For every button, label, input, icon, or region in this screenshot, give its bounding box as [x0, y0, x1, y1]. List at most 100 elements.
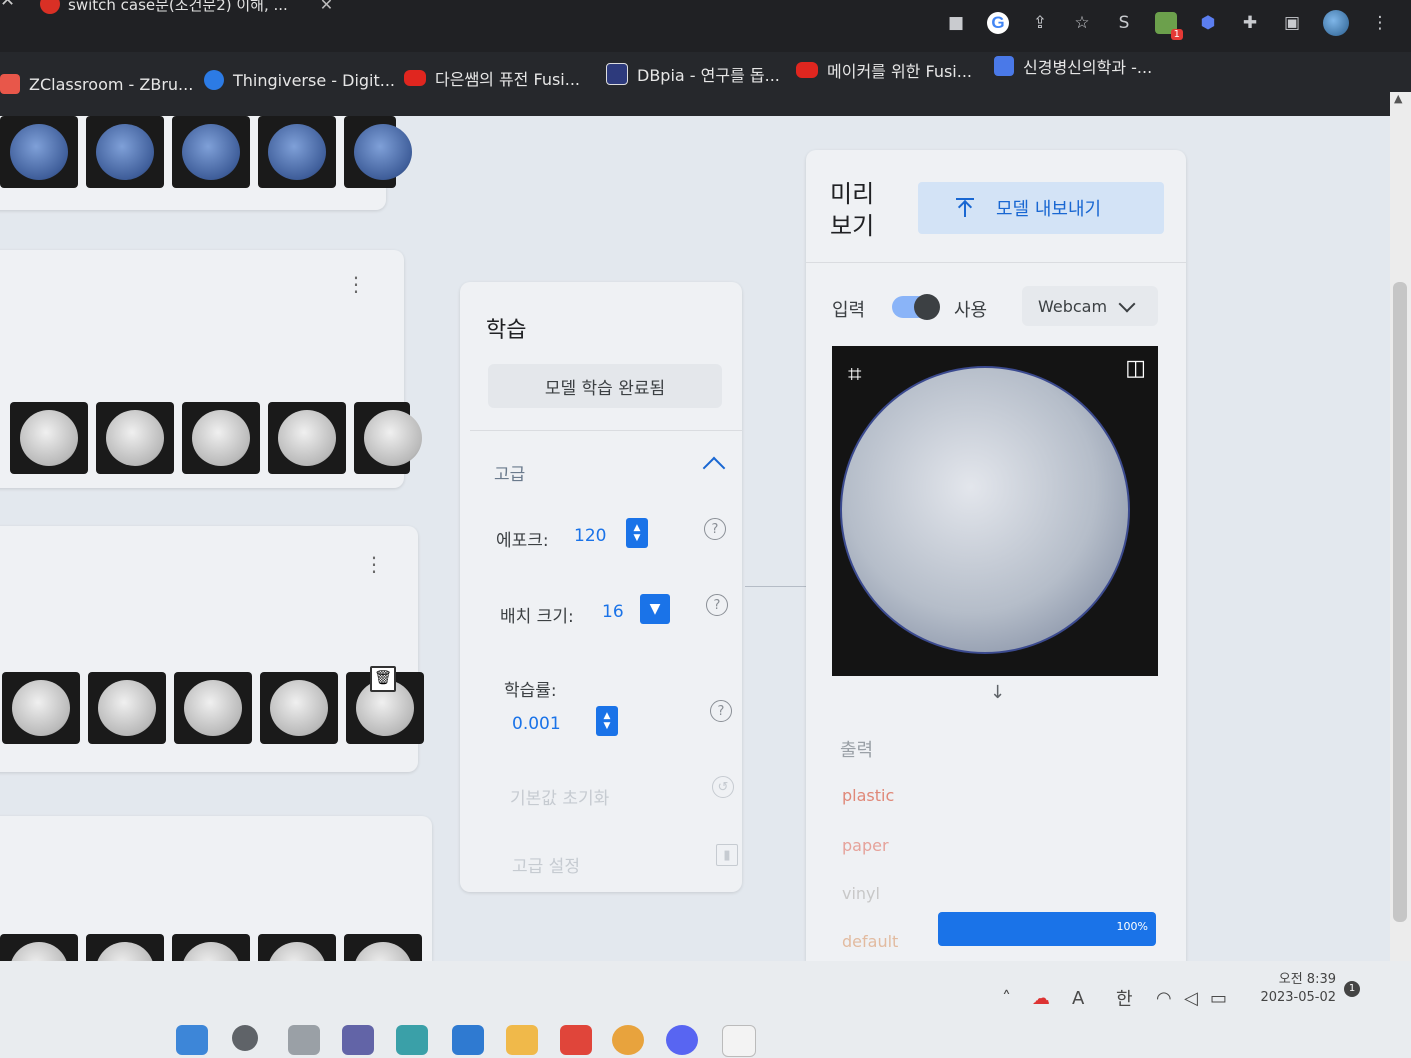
sample-thumbnail[interactable] [344, 116, 412, 188]
export-model-label: 모델 내보내기 [996, 199, 1102, 220]
sidepanel-icon[interactable]: ▣ [1281, 12, 1303, 34]
sample-thumbnail[interactable] [182, 402, 260, 474]
crop-icon[interactable]: ⌗ [848, 360, 862, 388]
input-source-select[interactable]: Webcam [1022, 286, 1158, 326]
card-menu-icon[interactable]: ⋮ [364, 554, 384, 574]
flip-icon[interactable]: ◫ [1125, 356, 1146, 381]
app-icon[interactable] [560, 1025, 592, 1055]
batch-size-label: 배치 크기: [500, 607, 574, 627]
browser-tabstrip: ✕ switch case문(조건문2) 이해, ... ✕ ■ G ⇪ ☆ S… [0, 0, 1411, 52]
export-model-button[interactable]: 모델 내보내기 [918, 182, 1164, 234]
bookmarks-bar: ZClassroom - ZBru... Thingiverse - Digit… [0, 52, 1411, 116]
scrollbar-thumb[interactable] [1393, 282, 1407, 922]
chevron-down-icon [1118, 295, 1136, 312]
chrome-icon[interactable] [612, 1025, 644, 1055]
bookmark-label: 메이커를 위한 Fusi... [827, 62, 972, 81]
camera-icon[interactable]: ■ [945, 12, 967, 34]
history-icon: ↺ [712, 776, 734, 798]
sample-thumbnail[interactable] [258, 934, 336, 961]
sample-thumbnail[interactable] [10, 402, 88, 474]
sample-list [0, 934, 422, 961]
sample-thumbnail[interactable] [354, 402, 422, 474]
sample-thumbnail[interactable] [96, 402, 174, 474]
learning-rate-input[interactable]: 0.001 [512, 714, 561, 734]
sample-thumbnail[interactable] [0, 116, 78, 188]
extension-badge-icon[interactable]: 1 [1155, 12, 1183, 40]
start-icon[interactable] [176, 1025, 208, 1055]
puzzle-icon[interactable]: ✚ [1239, 12, 1261, 34]
batch-size-select[interactable]: 16 [602, 602, 624, 622]
speaker-muted-icon[interactable]: ◁ [1184, 988, 1210, 1009]
help-icon[interactable]: ? [706, 594, 728, 616]
wifi-icon[interactable]: ◠ [1156, 988, 1184, 1009]
docs-icon [994, 56, 1014, 76]
clock-date: 2023-05-02 [1260, 990, 1336, 1005]
sample-thumbnail[interactable] [344, 934, 422, 961]
sample-thumbnail[interactable] [268, 402, 346, 474]
input-toggle[interactable] [892, 294, 940, 320]
dropdown-arrow-icon[interactable]: ▼ [640, 594, 670, 624]
profile-avatar[interactable] [1323, 10, 1349, 36]
bookmark-item[interactable]: Thingiverse - Digit... [204, 70, 395, 90]
bookmark-item[interactable]: ZClassroom - ZBru... [0, 74, 193, 94]
ime-mode-a[interactable]: A [1072, 988, 1116, 1009]
sample-thumbnail[interactable] [258, 116, 336, 188]
clock[interactable]: 오전 8:39 2023-05-02 [1258, 971, 1336, 1007]
chevron-up-icon[interactable] [702, 456, 726, 480]
sample-thumbnail[interactable] [174, 672, 252, 744]
file-explorer-icon[interactable] [506, 1025, 538, 1055]
share-icon[interactable]: ⇪ [1029, 12, 1051, 34]
epochs-stepper[interactable]: ▲ ▼ [626, 518, 648, 548]
help-icon[interactable]: ? [710, 700, 732, 722]
youtube-icon [796, 62, 818, 78]
train-model-button[interactable]: 모델 학습 완료됨 [488, 364, 722, 408]
learning-rate-stepper[interactable]: ▲ ▼ [596, 706, 618, 736]
arduino-icon[interactable] [396, 1025, 428, 1055]
toggle-on-label: 사용 [954, 300, 988, 321]
browser-toolbar-icons: ■ G ⇪ ☆ S 1 ⬢ ✚ ▣ ⋮ [945, 10, 1391, 40]
notepad-icon[interactable] [722, 1025, 756, 1057]
battery-icon[interactable]: ▭ [1210, 988, 1236, 1009]
sample-thumbnail[interactable] [86, 116, 164, 188]
task-view-icon[interactable] [288, 1025, 320, 1055]
under-the-hood-button[interactable]: 고급 설정 [512, 852, 580, 877]
tab-close-icon[interactable]: ✕ [320, 0, 333, 14]
advanced-toggle-label[interactable]: 고급 [494, 460, 525, 485]
teams-icon[interactable] [342, 1025, 374, 1055]
webcam-image [840, 366, 1130, 654]
close-window-icon[interactable]: ✕ [0, 0, 15, 11]
discord-icon[interactable] [666, 1025, 698, 1055]
bookmark-item[interactable]: 신경병신의학과 -... [994, 54, 1152, 78]
shield-extension-icon[interactable]: ⬢ [1197, 12, 1219, 34]
mail-icon[interactable] [452, 1025, 484, 1055]
trash-icon[interactable]: 🗑 [370, 666, 396, 692]
star-icon[interactable]: ☆ [1071, 12, 1093, 34]
bookmark-item[interactable]: 메이커를 위한 Fusi... [796, 58, 972, 82]
epochs-input[interactable]: 120 [574, 526, 606, 546]
sample-thumbnail[interactable] [260, 672, 338, 744]
s-extension-icon[interactable]: S [1113, 12, 1135, 34]
sample-thumbnail[interactable] [2, 672, 80, 744]
bookmark-item[interactable]: 다은쌤의 퓨전 Fusi... [404, 66, 580, 90]
card-menu-icon[interactable]: ⋮ [346, 274, 366, 294]
sample-thumbnail[interactable] [86, 934, 164, 961]
sample-thumbnail[interactable] [88, 672, 166, 744]
help-icon[interactable]: ? [704, 518, 726, 540]
reset-defaults-button[interactable]: 기본값 초기화 [510, 784, 609, 809]
tray-overflow-icon[interactable]: ˄ [1002, 988, 1032, 1009]
ime-mode-ko[interactable]: 한 [1116, 985, 1156, 1011]
sample-thumbnail[interactable] [172, 116, 250, 188]
bookmark-item[interactable]: DBpia - 연구를 돕... [606, 62, 780, 86]
scroll-up-icon[interactable]: ▲ [1394, 92, 1402, 105]
search-icon[interactable] [232, 1025, 258, 1051]
google-icon[interactable]: G [987, 12, 1009, 34]
browser-tab[interactable]: switch case문(조건문2) 이해, ... ✕ [40, 0, 333, 16]
sample-thumbnail[interactable] [0, 934, 78, 961]
class-label-vinyl: vinyl [842, 884, 880, 903]
sample-thumbnail[interactable] [172, 934, 250, 961]
network-cloud-icon[interactable]: ☁ [1032, 988, 1072, 1009]
notification-badge[interactable]: 1 [1344, 981, 1360, 997]
page-scrollbar[interactable]: ▲ [1390, 92, 1411, 961]
menu-dots-icon[interactable]: ⋮ [1369, 12, 1391, 34]
chart-icon[interactable]: ▮ [716, 844, 738, 866]
